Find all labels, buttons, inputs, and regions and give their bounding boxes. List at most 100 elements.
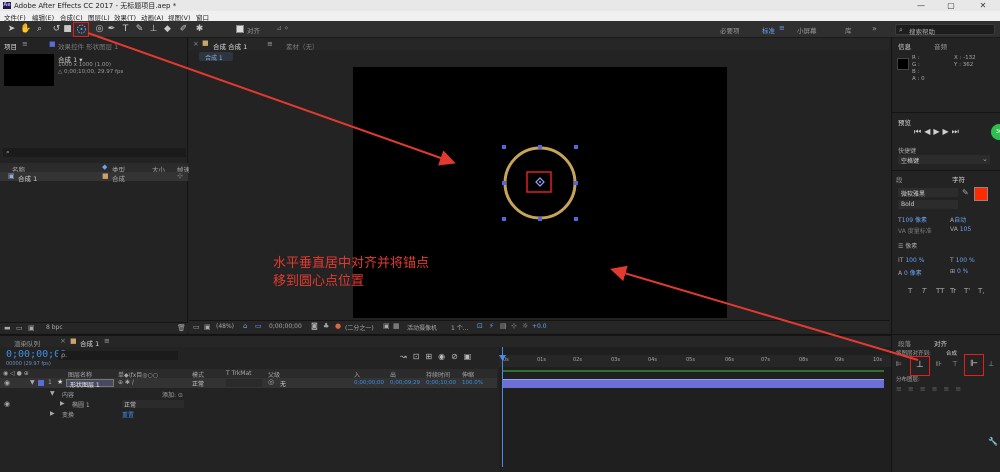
video-eye-icon[interactable]: ◉: [4, 379, 10, 387]
stroke-unit[interactable]: 像素: [905, 243, 917, 250]
vertical-scale-field[interactable]: IT 100 %: [898, 257, 924, 264]
flowchart-icon[interactable]: ⊹: [511, 322, 517, 330]
expand-arrow-icon[interactable]: ▶: [50, 410, 55, 417]
align-vertical-center-button[interactable]: ⊩: [964, 354, 984, 376]
camera-dropdown[interactable]: 活动摄像机: [407, 323, 437, 332]
style-italic[interactable]: T: [922, 287, 926, 295]
fast-preview-icon[interactable]: ⚡: [489, 322, 494, 330]
tab-align[interactable]: 对齐: [934, 338, 947, 348]
close-tab-icon[interactable]: ×: [60, 337, 66, 345]
tab-timeline-comp[interactable]: 合成 1: [80, 338, 99, 348]
tab-effect-controls[interactable]: 效果控件 形状图层 1: [58, 41, 118, 51]
always-preview-icon[interactable]: ▭: [193, 323, 200, 331]
tsume-value[interactable]: 0 %: [957, 268, 968, 275]
composition-menu-icon[interactable]: ≡: [267, 40, 273, 48]
tab-audio[interactable]: 音频: [934, 41, 947, 51]
layer-in-point[interactable]: 0;00;00;00: [354, 380, 384, 386]
playhead[interactable]: [502, 347, 503, 467]
ellipse-visibility-eye-icon[interactable]: ◉: [4, 400, 10, 408]
layer-stretch[interactable]: 100.0%: [462, 380, 483, 386]
bbox-handle-tl[interactable]: [502, 145, 506, 149]
timeline-graph-area[interactable]: 0s 01s 02s 03s 04s 05s 06s 07s 08s 09s 1…: [499, 347, 891, 472]
add-button[interactable]: 添加: ⊙: [162, 390, 183, 399]
style-superscript[interactable]: T': [964, 287, 970, 295]
av-features-icon[interactable]: ◉ ◁ ● ⊕: [3, 370, 29, 377]
layer-out-point[interactable]: 0;00;09;29: [390, 380, 420, 386]
eyedropper-icon[interactable]: ✎: [962, 188, 969, 197]
horizontal-scale-value[interactable]: 100 %: [956, 257, 975, 264]
zoom-tool-icon[interactable]: ⌕: [34, 24, 45, 35]
roto-brush-tool-icon[interactable]: ✐: [178, 24, 189, 35]
distribute-icons[interactable]: ≡≡≡≡≡≡: [896, 385, 967, 393]
style-all-caps[interactable]: TT: [936, 287, 944, 295]
leading-field[interactable]: A自动: [950, 215, 966, 224]
tab-render-queue[interactable]: 渲染队列: [14, 338, 40, 348]
kerning-field[interactable]: VA 度量标准: [898, 226, 932, 235]
layer-switches[interactable]: ⊕ ✱ /: [118, 379, 134, 386]
timeline-menu-icon[interactable]: ≡: [104, 337, 110, 345]
layer-row[interactable]: ◉ ▼ 1 ★ 形状图层 1 ⊕ ✱ / 正常 ◎ 无 0;00;00;00 0…: [0, 378, 497, 389]
baseline-shift-value[interactable]: 0 像素: [904, 270, 922, 277]
tracking-field[interactable]: VA 105: [950, 226, 971, 233]
shortcut-dropdown[interactable]: 空格键 ⌄: [898, 155, 990, 165]
layer-name-field[interactable]: 形状图层 1: [66, 379, 114, 389]
interpret-footage-icon[interactable]: ▬: [4, 324, 11, 332]
pen-tool-icon[interactable]: ✒: [106, 24, 117, 35]
align-right-icon[interactable]: ⊪: [936, 360, 942, 368]
layer-label-swatch[interactable]: [38, 380, 44, 386]
snap-checkbox[interactable]: [236, 25, 244, 33]
timeline-switches-icons[interactable]: ↝⊡⊞◉⊘▣: [400, 352, 477, 361]
bbox-handle-tc[interactable]: [538, 145, 542, 149]
bbox-handle-ml[interactable]: [502, 181, 506, 185]
bbox-handle-br[interactable]: [574, 217, 578, 221]
expand-arrow-icon[interactable]: ▼: [30, 379, 35, 386]
shape-tool-icon[interactable]: ◎: [94, 24, 105, 35]
align-to-dropdown[interactable]: 合成: [946, 349, 957, 357]
workspace-standard[interactable]: 标准: [762, 25, 775, 35]
layer-duration-bar[interactable]: [502, 379, 884, 388]
fill-color-swatch[interactable]: [974, 187, 988, 201]
align-top-icon[interactable]: ⊤: [952, 360, 958, 368]
eraser-tool-icon[interactable]: ◆: [162, 24, 173, 35]
font-style-dropdown[interactable]: Bold: [898, 200, 958, 209]
brush-tool-icon[interactable]: ✎: [134, 24, 145, 35]
baseline-shift-field[interactable]: A 0 像素: [898, 268, 922, 277]
ellipse-mode-dropdown[interactable]: 正常: [122, 400, 184, 409]
wrench-icon[interactable]: 🔧: [988, 437, 998, 446]
show-snapshot-icon[interactable]: ♣: [323, 322, 329, 330]
workspace-small-screen[interactable]: 小屏幕: [797, 25, 817, 35]
views-dropdown[interactable]: 1 个...: [451, 323, 468, 332]
display-icon[interactable]: ▣: [204, 323, 211, 331]
reset-exposure-icon[interactable]: ☼: [522, 322, 528, 330]
expand-arrow-icon[interactable]: ▼: [50, 390, 55, 397]
hand-tool-icon[interactable]: ✋: [20, 24, 31, 35]
align-bottom-icon[interactable]: ⊥: [988, 360, 994, 368]
tab-project[interactable]: 项目: [4, 41, 17, 51]
new-composition-icon[interactable]: ▣: [28, 324, 35, 332]
align-left-icon[interactable]: ⊫: [896, 360, 904, 368]
exposure-value[interactable]: +0.0: [532, 323, 547, 330]
composition-subtab[interactable]: 合成 1: [199, 52, 233, 62]
search-help-field[interactable]: ⌕ 搜索帮助: [895, 24, 995, 36]
camera-tool-icon[interactable]: ■: [62, 24, 73, 35]
current-time[interactable]: 0;00;00;00: [269, 323, 302, 330]
tab-character[interactable]: 字符: [952, 174, 965, 184]
zoom-dropdown[interactable]: (48%): [216, 323, 234, 330]
bbox-handle-bl[interactable]: [502, 217, 506, 221]
parent-pickwhip-icon[interactable]: ◎: [268, 378, 274, 386]
tracking-value[interactable]: 105: [960, 226, 971, 233]
safe-margins-icon[interactable]: ⌂: [243, 322, 247, 330]
font-size-field[interactable]: T109 像素: [898, 215, 927, 224]
tab-info[interactable]: 信息: [898, 41, 911, 51]
bbox-handle-mr[interactable]: [574, 181, 578, 185]
lock-icon[interactable]: ■: [202, 39, 209, 47]
workspace-library[interactable]: 库: [845, 25, 852, 35]
maximize-button[interactable]: ▢: [940, 0, 962, 11]
col-trkmat[interactable]: T TrkMat: [226, 370, 252, 377]
type-tool-icon[interactable]: T: [120, 24, 131, 35]
workspace-menu-icon[interactable]: ≡: [779, 24, 785, 32]
kerning-value[interactable]: 度量标准: [908, 228, 932, 235]
style-small-caps[interactable]: Tr: [950, 287, 956, 295]
label-icon[interactable]: ◆: [102, 163, 107, 171]
bbox-handle-tr[interactable]: [574, 145, 578, 149]
